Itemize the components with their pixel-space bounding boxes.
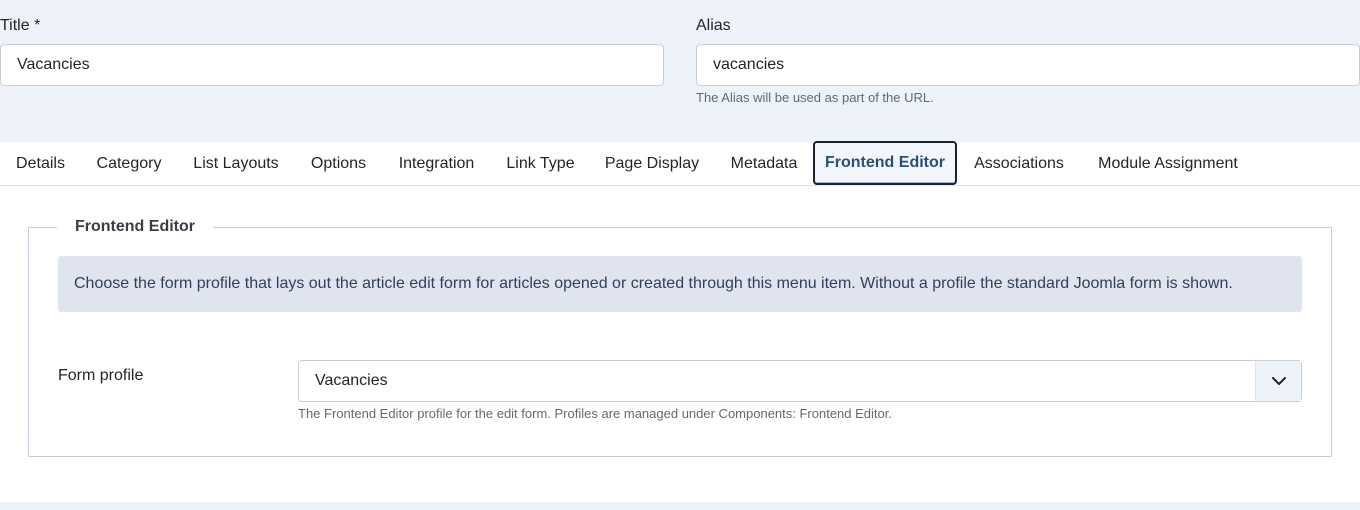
alias-hint: The Alias will be used as part of the UR… xyxy=(696,90,934,105)
tab-frontend-editor[interactable]: Frontend Editor xyxy=(813,141,957,185)
tab-associations[interactable]: Associations xyxy=(957,142,1081,185)
tab-metadata[interactable]: Metadata xyxy=(714,142,814,185)
alias-input[interactable] xyxy=(696,44,1360,86)
title-input[interactable] xyxy=(0,44,664,86)
fieldset-legend: Frontend Editor xyxy=(57,218,213,236)
page-bottom-strip xyxy=(0,502,1360,510)
tab-details[interactable]: Details xyxy=(0,142,81,185)
form-profile-select[interactable]: Vacancies xyxy=(298,360,1302,402)
tab-link-type[interactable]: Link Type xyxy=(491,142,590,185)
form-profile-hint: The Frontend Editor profile for the edit… xyxy=(298,406,892,421)
chevron-down-icon[interactable] xyxy=(1255,361,1301,401)
tab-module-assignment[interactable]: Module Assignment xyxy=(1081,142,1255,185)
tab-list-layouts[interactable]: List Layouts xyxy=(177,142,295,185)
frontend-editor-fieldset: Frontend Editor Choose the form profile … xyxy=(28,218,1332,457)
title-label: Title * xyxy=(0,17,41,34)
tab-panel: Details Category List Layouts Options In… xyxy=(0,141,1360,502)
tab-category[interactable]: Category xyxy=(81,142,177,185)
item-header-form: Title * Alias The Alias will be used as … xyxy=(0,0,1360,142)
alias-label: Alias xyxy=(696,17,731,34)
form-profile-selected-value: Vacancies xyxy=(315,372,388,389)
tab-page-display[interactable]: Page Display xyxy=(590,142,714,185)
info-alert: Choose the form profile that lays out th… xyxy=(58,256,1302,312)
tab-bar: Details Category List Layouts Options In… xyxy=(0,141,1360,186)
tab-options[interactable]: Options xyxy=(295,142,382,185)
tab-integration[interactable]: Integration xyxy=(382,142,491,185)
form-profile-label: Form profile xyxy=(58,367,144,384)
